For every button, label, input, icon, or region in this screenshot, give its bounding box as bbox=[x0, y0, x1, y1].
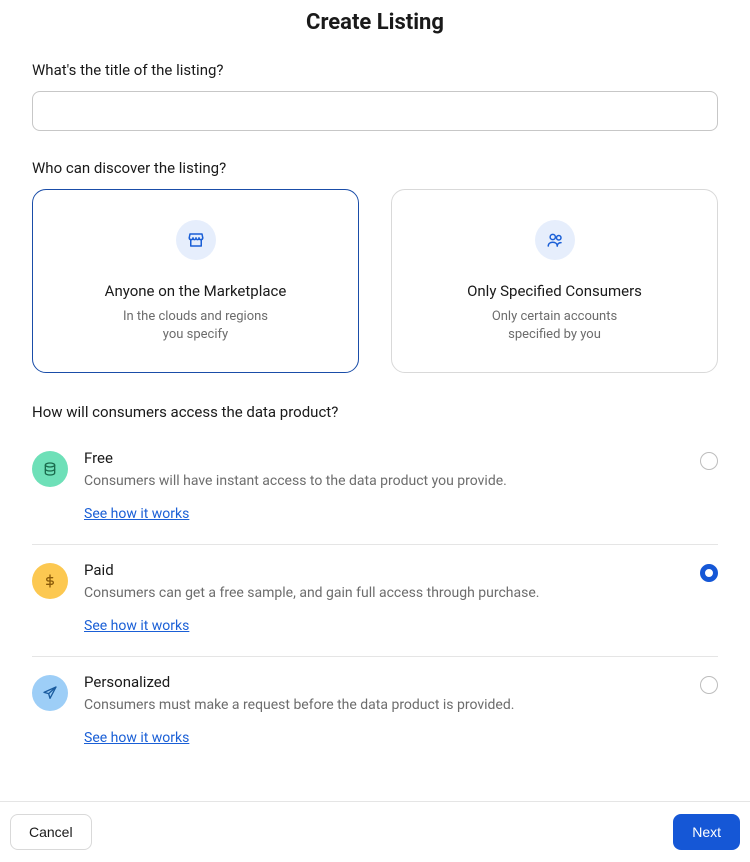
next-button[interactable]: Next bbox=[673, 814, 740, 850]
access-option-free-title: Free bbox=[84, 449, 688, 467]
discover-section-label: Who can discover the listing? bbox=[32, 159, 718, 177]
access-option-free-link[interactable]: See how it works bbox=[84, 506, 189, 522]
access-option-paid-title: Paid bbox=[84, 561, 688, 579]
access-option-free[interactable]: Free Consumers will have instant access … bbox=[32, 433, 718, 545]
access-option-personalized-desc: Consumers must make a request before the… bbox=[84, 697, 688, 713]
radio-paid[interactable] bbox=[700, 564, 718, 582]
discover-card-specified-title: Only Specified Consumers bbox=[467, 282, 642, 300]
access-option-paid[interactable]: Paid Consumers can get a free sample, an… bbox=[32, 545, 718, 657]
access-option-free-desc: Consumers will have instant access to th… bbox=[84, 473, 688, 489]
title-section-label: What's the title of the listing? bbox=[32, 61, 718, 79]
cancel-button[interactable]: Cancel bbox=[10, 814, 92, 850]
discover-card-marketplace-title: Anyone on the Marketplace bbox=[105, 282, 287, 300]
footer: Cancel Next bbox=[0, 801, 750, 862]
access-option-personalized[interactable]: Personalized Consumers must make a reque… bbox=[32, 657, 718, 768]
listing-title-input[interactable] bbox=[32, 91, 718, 131]
discover-card-marketplace-desc: In the clouds and regions you specify bbox=[123, 308, 268, 344]
discover-card-marketplace[interactable]: Anyone on the Marketplace In the clouds … bbox=[32, 189, 359, 373]
marketplace-icon bbox=[176, 220, 216, 260]
discover-card-specified-desc: Only certain accounts specified by you bbox=[492, 308, 617, 344]
access-option-paid-desc: Consumers can get a free sample, and gai… bbox=[84, 585, 688, 601]
access-option-paid-link[interactable]: See how it works bbox=[84, 618, 189, 634]
users-icon bbox=[535, 220, 575, 260]
radio-personalized[interactable] bbox=[700, 676, 718, 694]
database-icon bbox=[32, 451, 68, 487]
access-option-personalized-title: Personalized bbox=[84, 673, 688, 691]
page-title: Create Listing bbox=[32, 10, 718, 35]
send-icon bbox=[32, 675, 68, 711]
radio-free[interactable] bbox=[700, 452, 718, 470]
access-section-label: How will consumers access the data produ… bbox=[32, 403, 718, 421]
discover-card-specified[interactable]: Only Specified Consumers Only certain ac… bbox=[391, 189, 718, 373]
access-option-personalized-link[interactable]: See how it works bbox=[84, 730, 189, 746]
dollar-icon bbox=[32, 563, 68, 599]
